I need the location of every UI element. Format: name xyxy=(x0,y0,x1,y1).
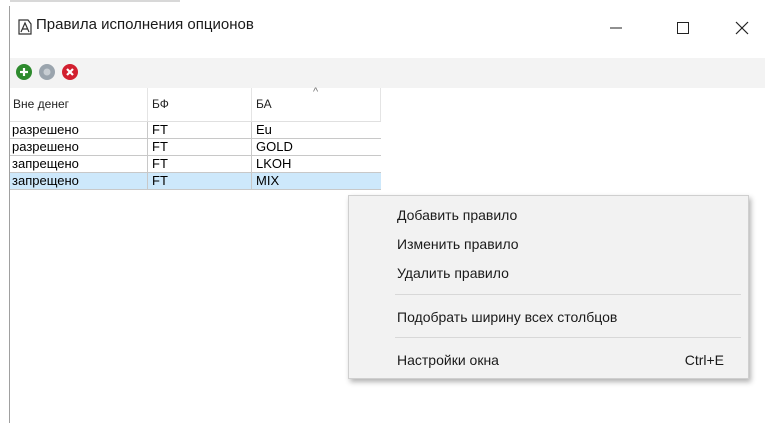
options-rules-window: Правила исполнения опционов Вне денег БФ… xyxy=(0,0,765,423)
menu-item-shortcut: Ctrl+E xyxy=(684,352,724,368)
edit-button[interactable] xyxy=(39,64,55,80)
menu-separator xyxy=(395,337,741,338)
table-cell: разрешено xyxy=(12,122,79,137)
menu-item-label: Подобрать ширину всех столбцов xyxy=(397,309,618,325)
minimize-icon xyxy=(610,27,622,29)
menu-item-label: Изменить правило xyxy=(397,236,519,252)
parent-window-edge xyxy=(10,0,180,2)
menu-item-label: Добавить правило xyxy=(397,207,518,223)
table-cell: FT xyxy=(147,173,251,189)
column-divider[interactable] xyxy=(147,88,148,121)
sort-indicator-icon: ^ xyxy=(313,86,319,98)
table-cell: разрешено xyxy=(12,139,79,154)
rules-table: Вне денег БФ БА ^ разрешено FT Eu разрешено… xyxy=(10,86,381,190)
table-cell: MIX xyxy=(251,173,381,189)
table-cell: FT xyxy=(147,139,251,155)
edit-circle-icon xyxy=(43,68,51,76)
minimize-button[interactable] xyxy=(593,10,639,46)
toolbar xyxy=(10,58,765,88)
column-header-ba[interactable]: БА xyxy=(256,97,272,111)
close-icon xyxy=(735,21,749,35)
table-cell: FT xyxy=(147,156,251,172)
menu-separator xyxy=(395,294,741,295)
option-rules-icon xyxy=(15,17,35,37)
menu-item-fit-columns[interactable]: Подобрать ширину всех столбцов xyxy=(349,304,748,330)
table-cell: запрещено xyxy=(12,156,79,171)
maximize-icon xyxy=(677,22,689,34)
menu-item-label: Удалить правило xyxy=(397,265,509,281)
table-row[interactable]: запрещено FT LKOH xyxy=(10,156,381,173)
menu-item-window-settings[interactable]: Настройки окна Ctrl+E xyxy=(349,347,748,373)
add-circle-icon xyxy=(20,68,28,76)
table-row[interactable]: разрешено FT GOLD xyxy=(10,139,381,156)
column-header-bf[interactable]: БФ xyxy=(152,97,169,111)
column-header-out-of-money[interactable]: Вне денег xyxy=(13,97,69,111)
menu-item-delete-rule[interactable]: Удалить правило xyxy=(349,260,748,286)
window-title: Правила исполнения опционов xyxy=(36,16,254,33)
table-cell: Eu xyxy=(251,122,381,138)
table-cell: GOLD xyxy=(251,139,381,155)
delete-button[interactable] xyxy=(62,64,78,80)
column-divider[interactable] xyxy=(380,88,381,121)
table-header: Вне денег БФ БА ^ xyxy=(10,86,381,122)
menu-item-add-rule[interactable]: Добавить правило xyxy=(349,202,748,228)
add-button[interactable] xyxy=(16,64,32,80)
delete-circle-icon xyxy=(66,68,74,76)
table-cell: LKOH xyxy=(251,156,381,172)
close-button[interactable] xyxy=(719,10,765,46)
context-menu: Добавить правило Изменить правило Удалит… xyxy=(348,195,749,379)
menu-item-edit-rule[interactable]: Изменить правило xyxy=(349,231,748,257)
maximize-button[interactable] xyxy=(660,10,706,46)
menu-item-label: Настройки окна xyxy=(397,352,499,368)
table-cell: запрещено xyxy=(12,173,79,188)
table-cell: FT xyxy=(147,122,251,138)
table-row[interactable]: запрещено FT MIX xyxy=(10,173,381,190)
table-row[interactable]: разрешено FT Eu xyxy=(10,122,381,139)
column-divider[interactable] xyxy=(251,88,252,121)
